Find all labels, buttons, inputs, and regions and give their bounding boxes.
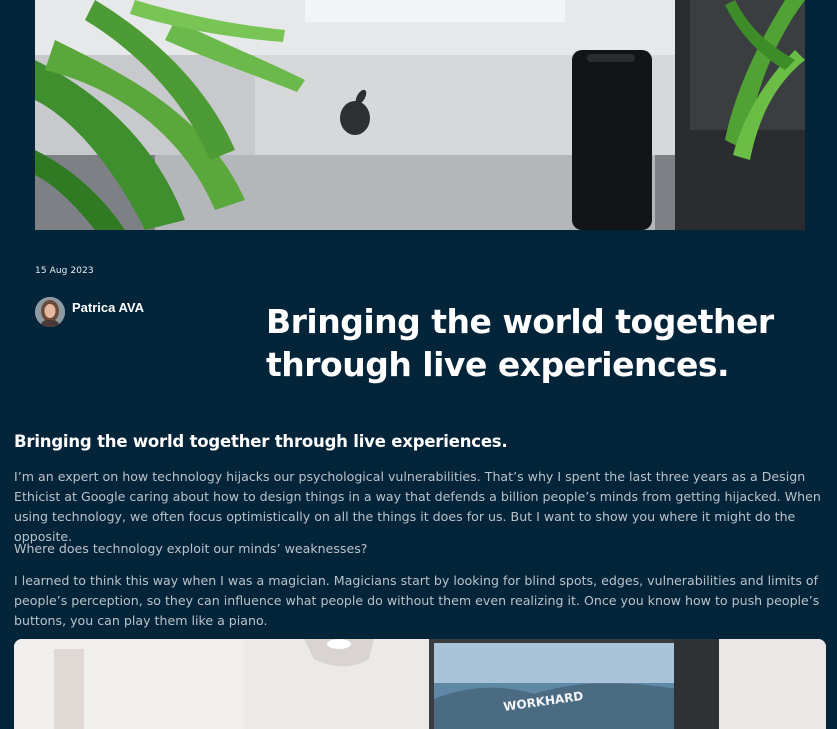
phone — [572, 50, 652, 230]
hero-image — [35, 0, 805, 230]
article-image: WORKHARD — [14, 639, 826, 729]
hero-illustration — [35, 0, 805, 230]
post-date: 15 Aug 2023 — [35, 266, 94, 276]
page-title: Bringing the world together through live… — [266, 302, 774, 384]
article-subheading: Bringing the world together through live… — [14, 432, 508, 451]
avatar-image — [35, 297, 65, 327]
article-paragraph: I learned to think this way when I was a… — [14, 573, 820, 628]
author-name[interactable]: Patrica AVA — [72, 300, 144, 315]
article-paragraph: Where does technology exploit our minds’… — [14, 541, 368, 556]
article-paragraph: I’m an expert on how technology hijacks … — [14, 469, 821, 544]
article-illustration: WORKHARD — [14, 639, 826, 729]
author[interactable]: Patrica AVA — [35, 297, 144, 327]
avatar[interactable] — [35, 297, 65, 327]
